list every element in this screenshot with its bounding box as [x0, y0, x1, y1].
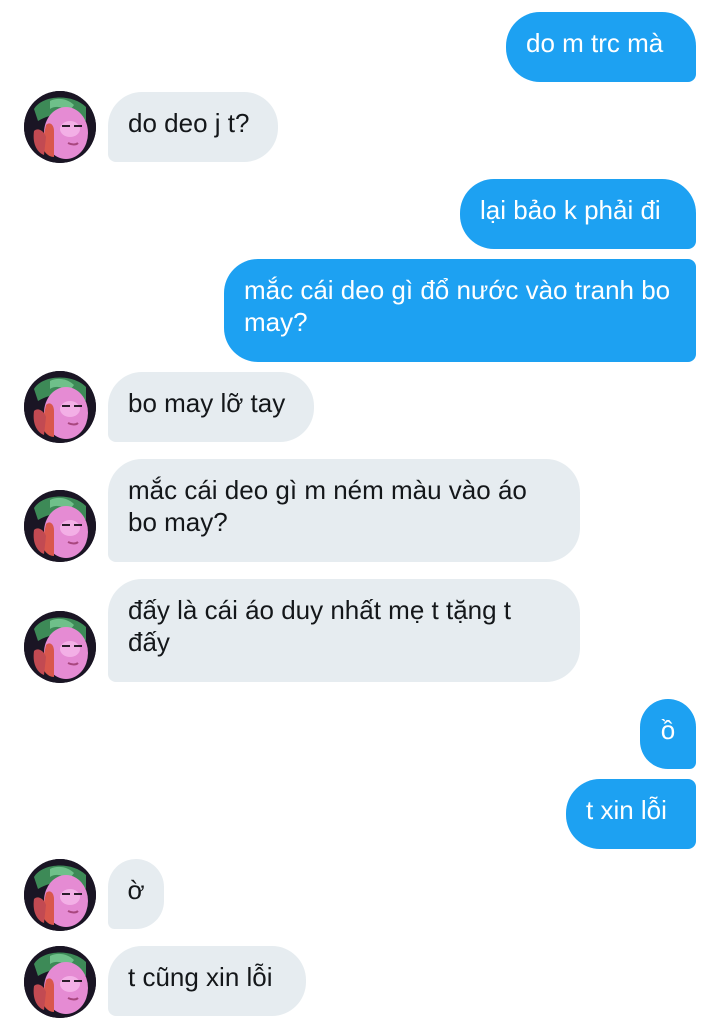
user-avatar-icon — [24, 946, 96, 1018]
chat-thread: do m trc mà do deo j t? lại bảo k phải đ… — [0, 0, 720, 1027]
message-bubble-received[interactable]: t cũng xin lỗi — [108, 946, 306, 1016]
avatar[interactable] — [24, 371, 96, 443]
message-bubble-received[interactable]: do deo j t? — [108, 92, 278, 162]
avatar[interactable] — [24, 611, 96, 683]
message-bubble-received[interactable]: đấy là cái áo duy nhất mẹ t tặng t đấy — [108, 579, 580, 682]
message-bubble-received[interactable]: mắc cái deo gì m ném màu vào áo bo may? — [108, 459, 580, 562]
user-avatar-icon — [24, 859, 96, 931]
user-avatar-icon — [24, 490, 96, 562]
message-bubble-sent[interactable]: do m trc mà — [506, 12, 696, 82]
user-avatar-icon — [24, 91, 96, 163]
message-bubble-received[interactable]: ờ — [108, 859, 164, 929]
message-bubble-received[interactable]: bo may lỡ tay — [108, 372, 314, 442]
avatar[interactable] — [24, 91, 96, 163]
message-bubble-sent[interactable]: lại bảo k phải đi — [460, 179, 696, 249]
message-bubble-sent[interactable]: t xin lỗi — [566, 779, 696, 849]
message-bubble-sent[interactable]: mắc cái deo gì đổ nước vào tranh bo may? — [224, 259, 696, 362]
user-avatar-icon — [24, 371, 96, 443]
avatar[interactable] — [24, 490, 96, 562]
avatar[interactable] — [24, 946, 96, 1018]
message-bubble-sent[interactable]: ồ — [640, 699, 696, 769]
avatar[interactable] — [24, 859, 96, 931]
user-avatar-icon — [24, 611, 96, 683]
